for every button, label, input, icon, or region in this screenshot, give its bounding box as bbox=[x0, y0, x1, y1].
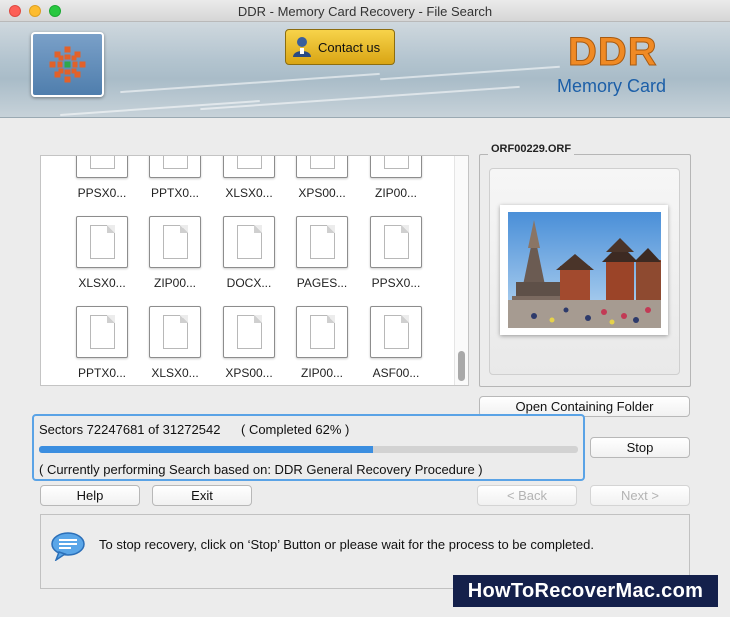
file-icon bbox=[223, 156, 275, 178]
file-item[interactable]: ZIP00... bbox=[361, 156, 431, 200]
file-label: PPTX0... bbox=[150, 186, 200, 200]
completed-text: ( Completed 62% ) bbox=[241, 422, 350, 437]
file-label: ZIP00... bbox=[300, 366, 344, 380]
file-item[interactable]: PPTX0... bbox=[140, 156, 210, 200]
file-icon bbox=[370, 156, 422, 178]
title-bar: DDR - Memory Card Recovery - File Search bbox=[0, 0, 730, 22]
file-icon bbox=[149, 306, 201, 358]
file-icon bbox=[296, 156, 348, 178]
file-icon bbox=[76, 306, 128, 358]
file-icon bbox=[76, 156, 128, 178]
file-item[interactable]: XPS00... bbox=[214, 306, 284, 380]
contact-us-label: Contact us bbox=[318, 39, 381, 55]
status-text: ( Currently performing Search based on: … bbox=[39, 462, 483, 477]
file-item[interactable]: XLSX0... bbox=[67, 216, 137, 290]
back-button[interactable]: < Back bbox=[477, 485, 577, 506]
progress-bar-fill bbox=[39, 446, 374, 453]
next-button[interactable]: Next > bbox=[590, 485, 690, 506]
file-label: PPTX0... bbox=[77, 366, 127, 380]
file-item[interactable]: ASF00... bbox=[361, 306, 431, 380]
file-item[interactable]: PAGES... bbox=[287, 216, 357, 290]
file-item[interactable]: DOCX... bbox=[214, 216, 284, 290]
speech-bubble-icon bbox=[51, 532, 85, 561]
file-label: DOCX... bbox=[226, 276, 272, 290]
file-item[interactable]: ZIP00... bbox=[140, 216, 210, 290]
file-list-scrollbar[interactable] bbox=[454, 156, 468, 385]
file-item[interactable]: PPSX0... bbox=[361, 216, 431, 290]
file-icon bbox=[223, 216, 275, 268]
file-label: PPSX0... bbox=[77, 186, 127, 200]
brand-subtitle: Memory Card bbox=[557, 76, 667, 96]
file-item[interactable]: XLSX0... bbox=[140, 306, 210, 380]
preview-image-frame bbox=[500, 205, 668, 335]
app-logo bbox=[31, 32, 104, 97]
file-icon bbox=[370, 216, 422, 268]
brand-title: DDR bbox=[568, 30, 658, 75]
file-icon bbox=[149, 216, 201, 268]
file-item[interactable]: PPTX0... bbox=[67, 306, 137, 380]
scrollbar-thumb[interactable] bbox=[458, 351, 465, 381]
file-icon bbox=[296, 306, 348, 358]
watermark: HowToRecoverMac.com bbox=[453, 575, 718, 607]
file-label: XLSX0... bbox=[78, 276, 126, 290]
file-item[interactable]: ZIP00... bbox=[287, 306, 357, 380]
app-window: DDR - Memory Card Recovery - File Search bbox=[0, 0, 730, 617]
file-label: PAGES... bbox=[296, 276, 348, 290]
file-item[interactable]: XPS00... bbox=[287, 156, 357, 200]
stop-button[interactable]: Stop bbox=[590, 437, 690, 458]
file-icon bbox=[76, 216, 128, 268]
header-banner: Contact us DDR Memory Card bbox=[0, 22, 730, 118]
file-label: ASF00... bbox=[372, 366, 420, 380]
help-button[interactable]: Help bbox=[40, 485, 140, 506]
exit-button[interactable]: Exit bbox=[152, 485, 252, 506]
person-icon bbox=[293, 37, 311, 57]
file-icon bbox=[149, 156, 201, 178]
file-icon bbox=[223, 306, 275, 358]
file-icon bbox=[296, 216, 348, 268]
file-item[interactable]: XLSX0... bbox=[214, 156, 284, 200]
file-label: XLSX0... bbox=[225, 186, 273, 200]
recovered-files-list[interactable]: PPSX0... PPTX0... XLSX0... XPS00... ZIP00...… bbox=[40, 155, 469, 386]
preview-image bbox=[508, 212, 661, 328]
file-label: PPSX0... bbox=[371, 276, 421, 290]
file-label: ZIP00... bbox=[153, 276, 197, 290]
contact-us-button[interactable]: Contact us bbox=[285, 29, 395, 65]
app-logo-icon bbox=[49, 46, 86, 83]
file-icon bbox=[370, 306, 422, 358]
file-item[interactable]: PPSX0... bbox=[67, 156, 137, 200]
file-label: XLSX0... bbox=[151, 366, 199, 380]
window-title: DDR - Memory Card Recovery - File Search bbox=[237, 4, 493, 19]
message-text: To stop recovery, click on ‘Stop’ Button… bbox=[99, 537, 594, 552]
file-label: XPS00... bbox=[225, 366, 273, 380]
sectors-text: Sectors 72247681 of 31272542 bbox=[39, 422, 221, 437]
file-label: ZIP00... bbox=[374, 186, 418, 200]
file-label: XPS00... bbox=[298, 186, 346, 200]
progress-bar bbox=[39, 446, 578, 453]
preview-filename: ORF00229.ORF bbox=[488, 143, 575, 155]
